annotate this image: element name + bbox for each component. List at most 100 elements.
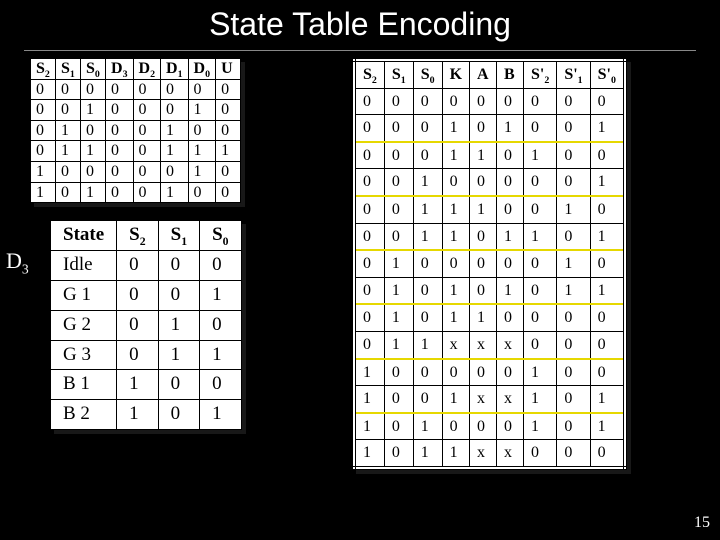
col-header: S0 [200,221,241,251]
col-header: S2 [117,221,158,251]
table-cell: 0 [497,250,524,277]
table-cell: 0 [354,169,384,196]
table-cell: 1 [31,182,56,203]
table-cell: 0 [216,100,241,121]
table-cell: 0 [590,331,625,358]
table-cell: 1 [200,400,241,430]
col-header: S'2 [524,60,557,88]
table-cell: 0 [497,413,524,440]
table-cell: 0 [354,277,384,304]
table-cell: G 2 [51,310,117,340]
table-cell: 0 [106,120,134,141]
table-cell: 0 [354,196,384,223]
table-cell: 0 [524,115,557,142]
table-cell: 0 [81,79,106,100]
table-cell: 1 [442,304,469,331]
table-cell: 0 [442,169,469,196]
table-cell: 0 [413,88,442,115]
table-cell: 0 [133,141,161,162]
table-cell: 1 [524,142,557,169]
table-cell: 0 [557,115,590,142]
table-cell: 0 [158,370,199,400]
table-cell: 0 [158,400,199,430]
table-cell: 0 [81,120,106,141]
table-cell: 1 [161,120,189,141]
table-cell: 0 [117,280,158,310]
truth-table-left: S2S1S0D3D2D1D0U0000000000100010010001000… [30,58,241,203]
table-cell: 0 [413,115,442,142]
table-cell: 0 [524,88,557,115]
table-cell: 0 [106,141,134,162]
table-cell: 1 [161,182,189,203]
col-header: S'0 [590,60,625,88]
table-cell: 0 [106,161,134,182]
table-cell: 0 [56,182,81,203]
table-cell: 1 [413,440,442,468]
table-cell: Idle [51,250,117,280]
table-cell: 0 [413,359,442,386]
table-cell: 0 [413,304,442,331]
table-cell: 0 [354,304,384,331]
state-encoding-table: StateS2S1S0Idle000G 1001G 2010G 3011B 11… [50,220,242,430]
table-cell: 0 [384,359,413,386]
table-cell: 0 [188,120,216,141]
table-cell: 0 [524,304,557,331]
table-cell: 1 [216,141,241,162]
table-cell: 1 [413,331,442,358]
table-cell: 0 [557,386,590,413]
table-cell: 0 [133,182,161,203]
table-cell: 0 [200,370,241,400]
table-cell: 0 [524,250,557,277]
table-cell: 0 [216,182,241,203]
table-cell: 1 [590,223,625,250]
table-cell: 0 [188,79,216,100]
table-cell: 0 [56,161,81,182]
table-cell: 0 [442,88,469,115]
table-cell: 0 [413,250,442,277]
table-cell: B 1 [51,370,117,400]
table-cell: 0 [524,277,557,304]
col-header: S1 [158,221,199,251]
col-header: A [470,60,497,88]
table-cell: 0 [497,304,524,331]
table-cell: 0 [413,142,442,169]
table-cell: 0 [557,440,590,468]
table-cell: 0 [590,250,625,277]
table-cell: 0 [117,340,158,370]
table-cell: 1 [158,310,199,340]
table-cell: 1 [200,280,241,310]
table-cell: 0 [557,304,590,331]
table-cell: 0 [470,250,497,277]
table-cell: 0 [557,413,590,440]
table-cell: 1 [56,141,81,162]
table-cell: 0 [158,250,199,280]
table-cell: 1 [557,250,590,277]
table-cell: 0 [354,331,384,358]
table-cell: 1 [384,304,413,331]
table-cell: 0 [470,88,497,115]
table-cell: 1 [590,169,625,196]
table-cell: 1 [442,223,469,250]
table-cell: 0 [216,161,241,182]
table-cell: 0 [56,79,81,100]
table-cell: 1 [158,340,199,370]
col-header: S0 [81,59,106,80]
col-header: D2 [133,59,161,80]
table-cell: 1 [31,161,56,182]
table-cell: 0 [590,142,625,169]
table-cell: 1 [590,386,625,413]
table-cell: 0 [470,413,497,440]
table-cell: 1 [442,440,469,468]
table-cell: 0 [384,169,413,196]
table-cell: 0 [557,223,590,250]
table-cell: 0 [557,359,590,386]
table-cell: 0 [470,169,497,196]
table-cell: 1 [442,386,469,413]
table-cell: 0 [470,277,497,304]
slide-number: 15 [694,514,710,532]
page-title: State Table Encoding [0,6,720,43]
table-cell: 1 [188,100,216,121]
table-cell: x [442,331,469,358]
col-header: B [497,60,524,88]
table-cell: 0 [106,182,134,203]
